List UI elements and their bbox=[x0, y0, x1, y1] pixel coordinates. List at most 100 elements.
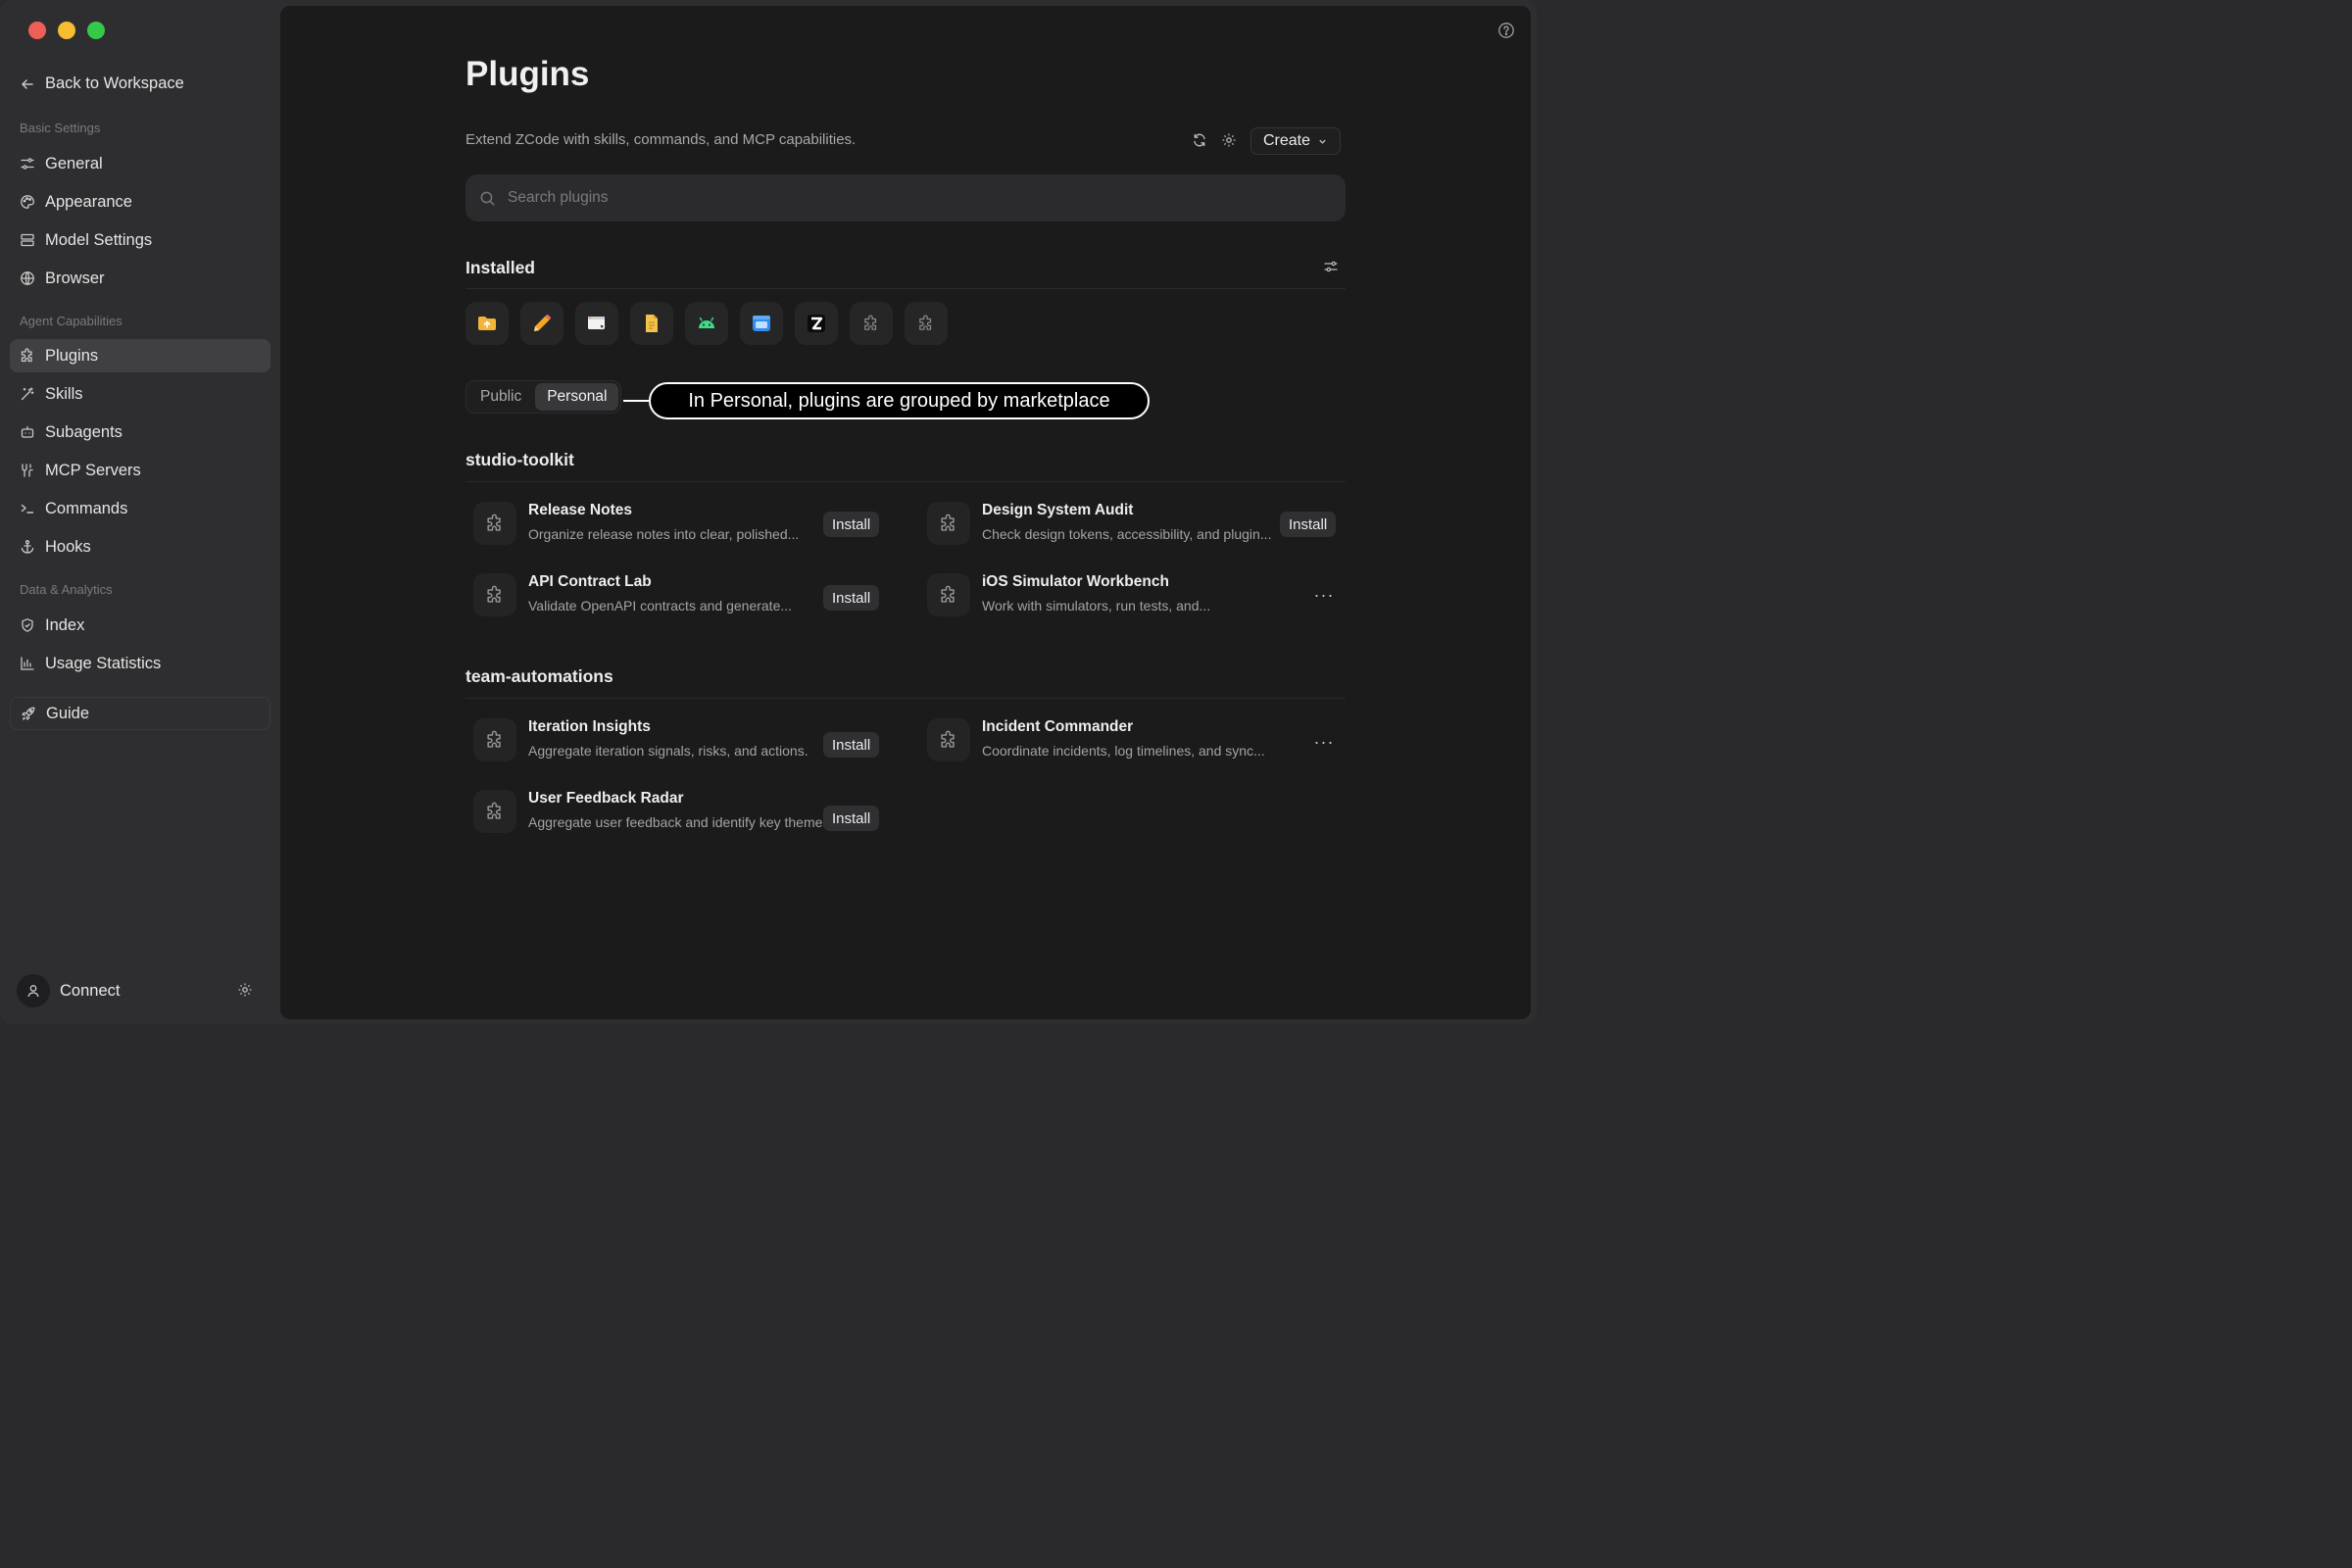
server-icon bbox=[20, 232, 35, 248]
document-icon[interactable] bbox=[630, 302, 673, 345]
sidebar-item-label: Hooks bbox=[45, 537, 91, 556]
section-title-agent-capabilities: Agent Capabilities bbox=[20, 314, 122, 328]
annotation-callout: In Personal, plugins are grouped by mark… bbox=[649, 382, 1150, 419]
public-personal-toggle: Public Personal bbox=[466, 380, 622, 414]
user-icon bbox=[27, 985, 39, 998]
back-to-workspace-label: Back to Workspace bbox=[45, 74, 184, 92]
sidebar-item-label: Model Settings bbox=[45, 230, 153, 249]
finder-window-icon[interactable] bbox=[740, 302, 783, 345]
arrow-left-icon bbox=[20, 76, 35, 92]
sidebar-item-plugins[interactable]: Plugins bbox=[10, 339, 270, 372]
plugin-card[interactable]: Design System Audit Check design tokens,… bbox=[919, 496, 1350, 555]
installed-heading: Installed bbox=[466, 258, 535, 277]
more-options-button[interactable]: ··· bbox=[1312, 732, 1336, 752]
install-button[interactable]: Install bbox=[823, 732, 880, 758]
sidebar-item-label: Commands bbox=[45, 499, 128, 517]
plugin-description: Check design tokens, accessibility, and … bbox=[982, 526, 1272, 542]
robot-icon bbox=[20, 424, 35, 440]
puzzle-icon bbox=[927, 502, 970, 545]
plug-icon bbox=[20, 463, 35, 478]
installed-plugins-row bbox=[466, 302, 948, 345]
puzzle-icon[interactable] bbox=[850, 302, 893, 345]
plugin-card[interactable]: Release Notes Organize release notes int… bbox=[466, 496, 897, 555]
puzzle-icon bbox=[927, 718, 970, 761]
page-subtitle: Extend ZCode with skills, commands, and … bbox=[466, 131, 857, 148]
sidebar-item-label: Plugins bbox=[45, 346, 99, 365]
search-icon bbox=[480, 191, 495, 206]
sidebar: Back to Workspace Basic Settings General… bbox=[0, 0, 280, 1024]
plugin-description: Aggregate iteration signals, risks, and … bbox=[528, 743, 808, 759]
plugin-card[interactable]: Incident Commander Coordinate incidents,… bbox=[919, 712, 1350, 771]
android-icon[interactable] bbox=[685, 302, 728, 345]
callout-connector bbox=[623, 400, 651, 402]
sidebar-item-subagents[interactable]: Subagents bbox=[10, 416, 270, 449]
shield-icon bbox=[20, 617, 35, 633]
plugin-card[interactable]: iOS Simulator Workbench Work with simula… bbox=[919, 567, 1350, 626]
sliders-icon bbox=[20, 156, 35, 172]
plugin-description: Coordinate incidents, log timelines, and… bbox=[982, 743, 1265, 759]
section-title-basic-settings: Basic Settings bbox=[20, 121, 101, 135]
close-window-button[interactable] bbox=[28, 22, 46, 39]
window-controls bbox=[28, 22, 105, 39]
more-options-button[interactable]: ··· bbox=[1312, 585, 1336, 605]
sidebar-item-index[interactable]: Index bbox=[10, 609, 270, 642]
sidebar-item-label: Subagents bbox=[45, 422, 122, 441]
sidebar-item-label: Index bbox=[45, 615, 85, 634]
installed-divider bbox=[466, 288, 1346, 289]
plugin-name: Release Notes bbox=[528, 502, 632, 518]
install-button[interactable]: Install bbox=[823, 585, 880, 611]
puzzle-icon bbox=[473, 502, 516, 545]
plugin-card[interactable]: User Feedback Radar Aggregate user feedb… bbox=[466, 784, 897, 843]
app-window: Back to Workspace Basic Settings General… bbox=[0, 0, 1537, 1024]
puzzle-icon bbox=[20, 348, 35, 364]
refresh-icon[interactable] bbox=[1192, 132, 1209, 150]
z-logo-icon[interactable] bbox=[795, 302, 838, 345]
sidebar-item-usage-statistics[interactable]: Usage Statistics bbox=[10, 647, 270, 680]
search-bar[interactable] bbox=[466, 174, 1346, 221]
install-button[interactable]: Install bbox=[823, 806, 880, 831]
sidebar-item-label: Browser bbox=[45, 269, 105, 287]
sidebar-item-general[interactable]: General bbox=[10, 147, 270, 180]
magic-wand-icon bbox=[20, 386, 35, 402]
upload-folder-icon[interactable] bbox=[466, 302, 509, 345]
create-button-label: Create bbox=[1263, 132, 1311, 149]
sidebar-item-commands[interactable]: Commands bbox=[10, 492, 270, 525]
create-button[interactable]: Create bbox=[1250, 127, 1342, 155]
window-cursor-icon[interactable] bbox=[575, 302, 618, 345]
tab-personal[interactable]: Personal bbox=[535, 383, 619, 411]
puzzle-icon bbox=[473, 718, 516, 761]
puzzle-icon bbox=[473, 790, 516, 833]
zoom-window-button[interactable] bbox=[87, 22, 105, 39]
help-icon[interactable] bbox=[1497, 22, 1515, 39]
sidebar-item-hooks[interactable]: Hooks bbox=[10, 530, 270, 564]
globe-icon bbox=[20, 270, 35, 286]
section-title-data-analytics: Data & Analytics bbox=[20, 582, 113, 597]
sidebar-item-browser[interactable]: Browser bbox=[10, 262, 270, 295]
plugin-card[interactable]: API Contract Lab Validate OpenAPI contra… bbox=[466, 567, 897, 626]
tab-public[interactable]: Public bbox=[468, 383, 533, 411]
sidebar-item-guide[interactable]: Guide bbox=[10, 697, 270, 730]
sidebar-item-appearance[interactable]: Appearance bbox=[10, 185, 270, 219]
sidebar-item-mcp-servers[interactable]: MCP Servers bbox=[10, 454, 270, 487]
settings-gear-icon[interactable] bbox=[237, 982, 255, 1000]
connect-account[interactable]: Connect bbox=[17, 974, 120, 1007]
search-input[interactable] bbox=[508, 189, 1311, 207]
plugin-name: iOS Simulator Workbench bbox=[982, 573, 1169, 590]
puzzle-icon[interactable] bbox=[905, 302, 948, 345]
plugin-description: Validate OpenAPI contracts and generate.… bbox=[528, 598, 793, 613]
gear-icon[interactable] bbox=[1221, 132, 1239, 150]
avatar bbox=[17, 974, 50, 1007]
minimize-window-button[interactable] bbox=[58, 22, 75, 39]
plugin-card[interactable]: Iteration Insights Aggregate iteration s… bbox=[466, 712, 897, 771]
pencil-icon[interactable] bbox=[520, 302, 564, 345]
main-panel: Plugins Extend ZCode with skills, comman… bbox=[280, 6, 1531, 1019]
install-button[interactable]: Install bbox=[823, 512, 880, 537]
palette-icon bbox=[20, 194, 35, 210]
sidebar-item-model-settings[interactable]: Model Settings bbox=[10, 223, 270, 257]
back-to-workspace-link[interactable]: Back to Workspace bbox=[20, 74, 184, 93]
puzzle-icon bbox=[927, 573, 970, 616]
filter-sliders-icon[interactable] bbox=[1323, 259, 1341, 276]
sidebar-item-skills[interactable]: Skills bbox=[10, 377, 270, 411]
puzzle-icon bbox=[473, 573, 516, 616]
install-button[interactable]: Install bbox=[1280, 512, 1337, 537]
